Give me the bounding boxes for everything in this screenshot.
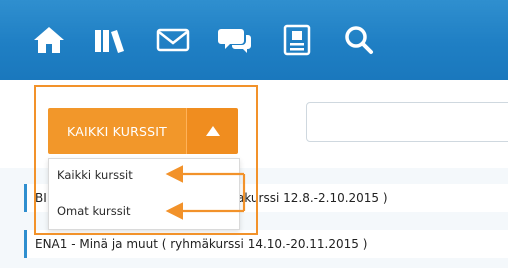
search-input[interactable]	[306, 102, 508, 142]
mail-icon[interactable]	[152, 19, 194, 61]
menu-item-own-courses[interactable]: Omat kurssit	[57, 204, 130, 218]
menu-item-all-courses[interactable]: Kaikki kurssit	[57, 168, 133, 182]
course-filter-menu: Kaikki kurssit Omat kurssit	[48, 158, 240, 230]
main-content: KAIKKI KURSSIT BI akurssi 12.8.-2.10.201…	[0, 80, 508, 268]
chat-icon[interactable]	[214, 19, 256, 61]
course-title-start: BI	[35, 191, 47, 205]
course-filter-label[interactable]: KAIKKI KURSSIT	[48, 108, 186, 154]
profile-card-icon[interactable]	[276, 19, 318, 61]
course-filter-dropdown[interactable]: KAIKKI KURSSIT	[48, 108, 238, 154]
library-icon[interactable]	[90, 19, 132, 61]
search-icon[interactable]	[338, 19, 380, 61]
course-row[interactable]: ENA1 - Minä ja muut ( ryhmäkurssi 14.10.…	[24, 230, 508, 258]
home-icon[interactable]	[28, 19, 70, 61]
course-title: ENA1 - Minä ja muut ( ryhmäkurssi 14.10.…	[35, 237, 368, 251]
course-title-end: akurssi 12.8.-2.10.2015 )	[237, 191, 388, 205]
top-navigation-bar	[0, 0, 508, 80]
dropdown-toggle-button[interactable]	[186, 108, 238, 154]
triangle-up-icon	[205, 126, 220, 136]
